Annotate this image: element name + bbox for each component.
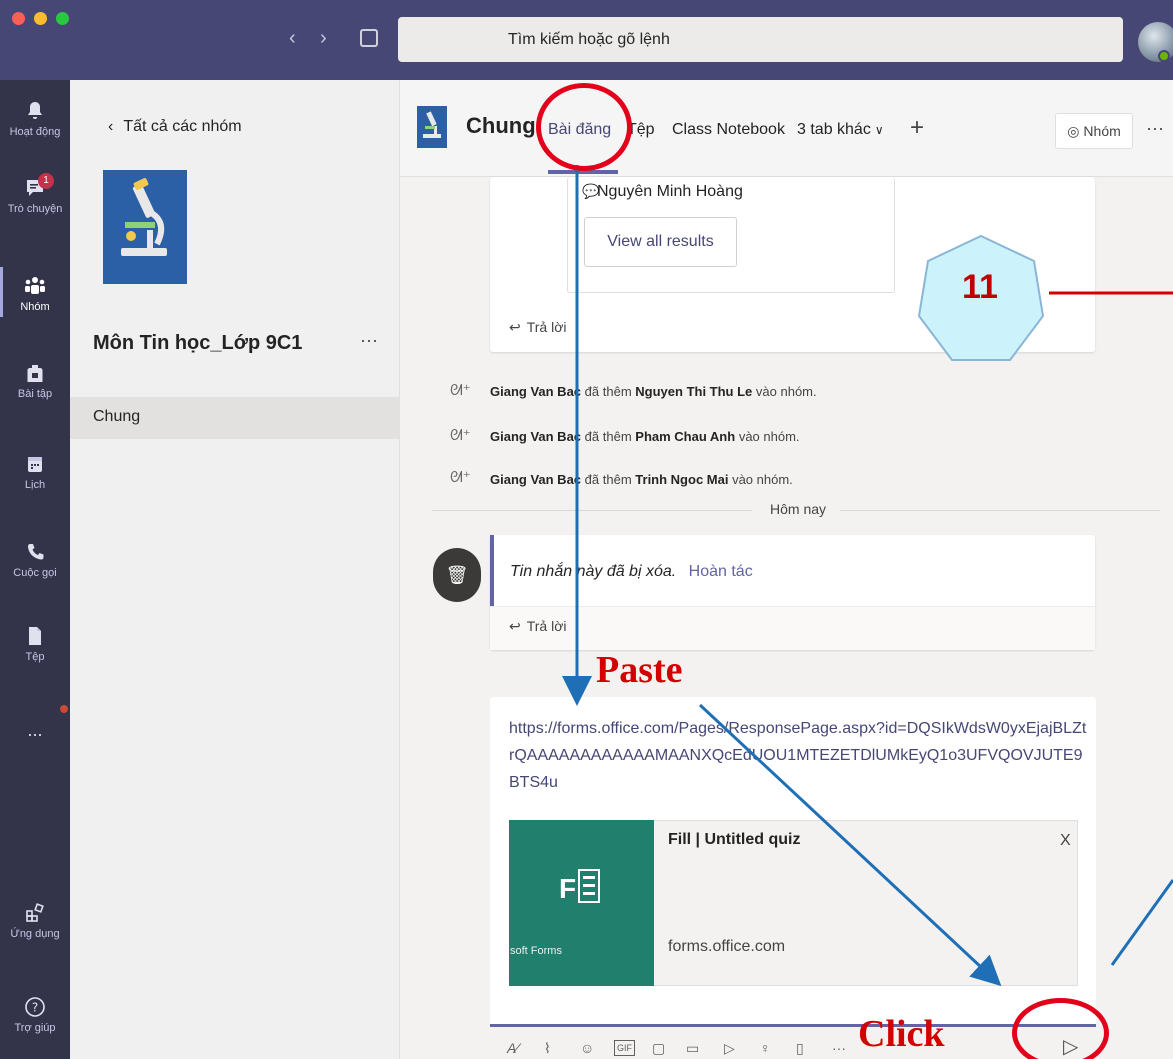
step-number: 11 [962,268,998,306]
highlight-circle-send [1012,998,1109,1059]
side-arrow [1110,879,1173,966]
click-annotation-label: Click [858,1013,945,1055]
click-arrow [698,703,1002,987]
paste-annotation-label: Paste [596,649,683,691]
highlight-circle-posts-tab [536,83,632,171]
